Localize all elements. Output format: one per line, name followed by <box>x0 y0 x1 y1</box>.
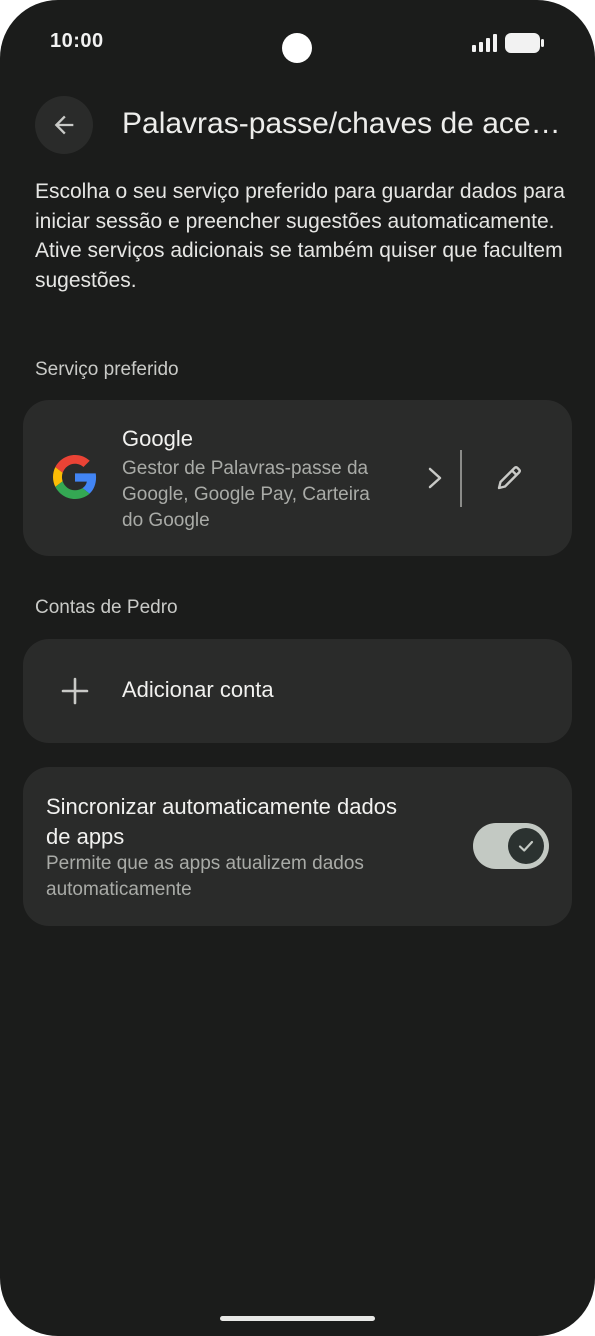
check-icon <box>518 840 534 852</box>
signal-icon <box>472 34 497 52</box>
page-title: Palavras-passe/chaves de acesso e contas <box>122 107 574 140</box>
back-button[interactable] <box>35 96 93 154</box>
auto-sync-title: Sincronizar automaticamente dados de app… <box>46 794 397 849</box>
status-bar: 10:00 <box>0 0 595 86</box>
preferred-service-label: Serviço preferido <box>35 359 179 380</box>
camera-cutout <box>282 33 312 63</box>
status-time: 10:00 <box>50 30 104 52</box>
accounts-section-label: Contas de Pedro <box>35 597 178 618</box>
page-description: Escolha o seu serviço preferido para gua… <box>35 180 565 292</box>
service-name: Google <box>122 426 193 451</box>
add-account-button[interactable]: Adicionar conta <box>23 639 572 743</box>
toggle-knob <box>508 828 544 864</box>
top-app-bar: Palavras-passe/chaves de acesso e contas <box>0 96 595 154</box>
pencil-icon[interactable] <box>489 458 529 498</box>
auto-sync-description: Permite que as apps atualizem dados auto… <box>46 853 364 900</box>
vertical-divider <box>460 450 462 507</box>
add-account-label: Adicionar conta <box>122 677 274 702</box>
phone-screen: 10:00 Palavras-passe/chaves de acesso e … <box>0 0 595 1336</box>
home-indicator[interactable] <box>220 1316 375 1321</box>
plus-icon <box>61 677 89 705</box>
battery-icon <box>505 33 544 53</box>
auto-sync-toggle[interactable] <box>473 823 549 869</box>
preferred-service-card: Google Gestor de Palavras-passe da Googl… <box>23 400 572 556</box>
arrow-left-icon <box>54 115 74 135</box>
auto-sync-row[interactable]: Sincronizar automaticamente dados de app… <box>23 767 572 926</box>
service-description: Gestor de Palavras-passe da Google, Goog… <box>122 458 370 531</box>
chevron-right-icon[interactable] <box>421 462 449 494</box>
google-g-icon <box>53 455 97 499</box>
